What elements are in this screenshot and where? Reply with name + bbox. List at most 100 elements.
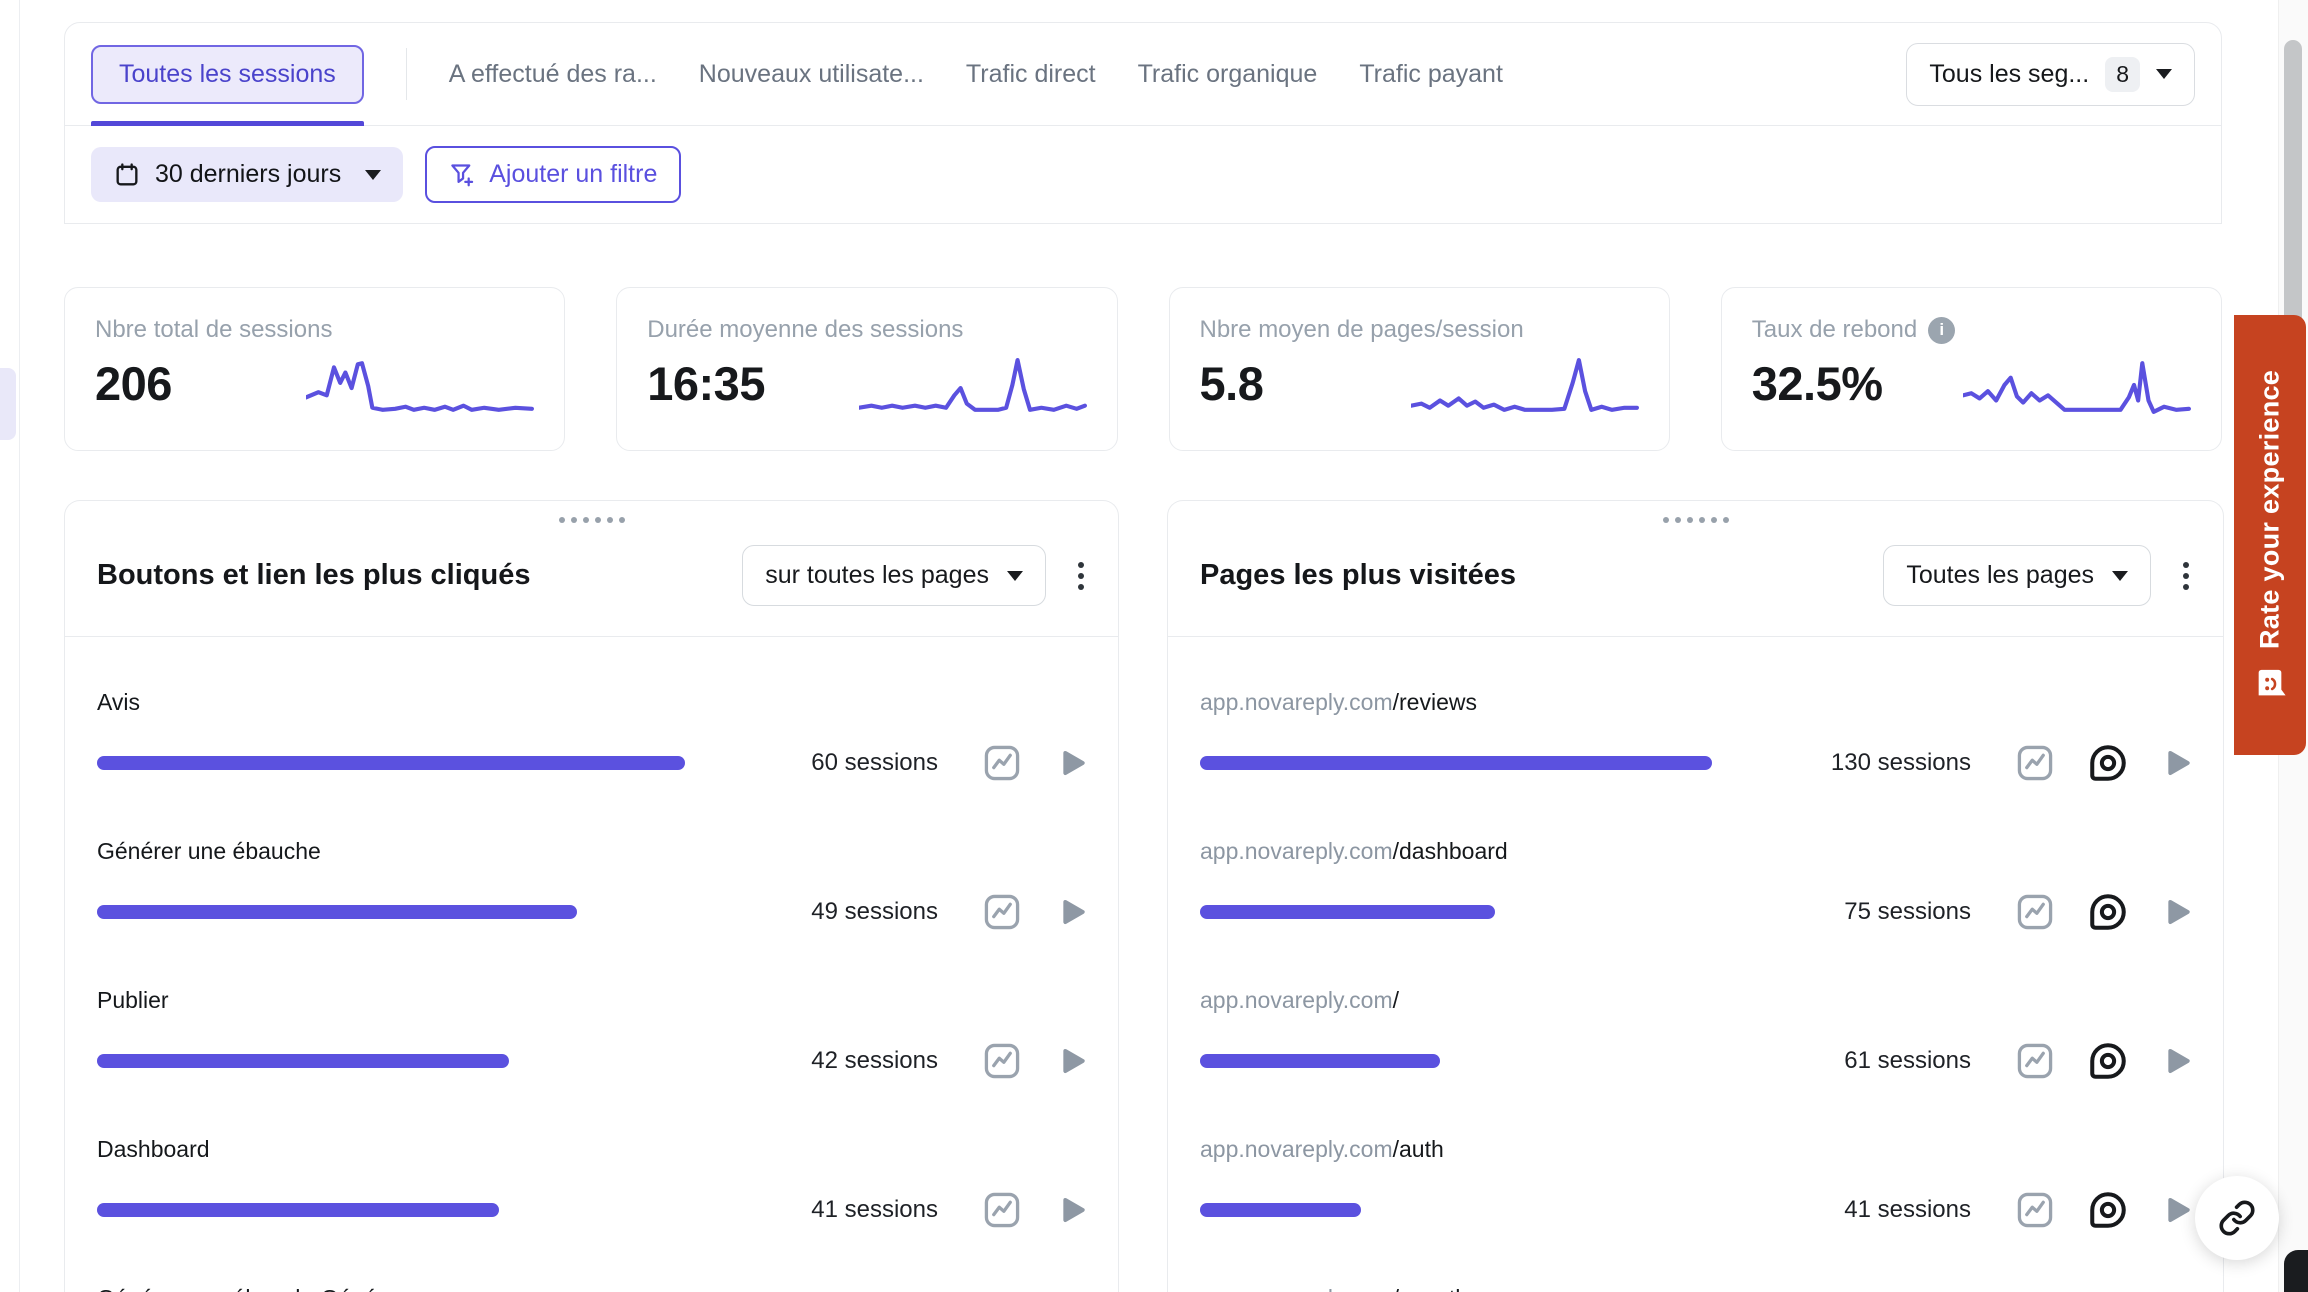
play-icon[interactable] [1056,1045,1088,1077]
page-url: app.novareply.com/ [1200,987,2193,1014]
play-icon[interactable] [1056,747,1088,779]
add-filter-button[interactable]: Ajouter un filtre [425,146,681,203]
item-label: Avis [97,689,1088,716]
segments-count-badge: 8 [2105,57,2140,92]
sidebar-edge [0,0,20,1292]
scope-dropdown-label: sur toutes les pages [765,561,989,590]
info-icon[interactable]: i [1928,317,1955,344]
tab-toutes-les-sessions[interactable]: Toutes les sessions [91,23,364,125]
session-count: 49 sessions [811,898,938,926]
page-targeting-icon[interactable] [2087,1040,2129,1082]
chevron-down-icon [365,170,381,180]
tab-a-effectue[interactable]: A effectué des ra... [449,60,657,89]
session-count: 42 sessions [811,1047,938,1075]
feedback-smiley-icon [2253,667,2287,701]
kebab-menu-icon[interactable] [1074,558,1088,594]
date-range-dropdown[interactable]: 30 derniers jours [91,147,403,202]
panel-top-clicked-buttons: Boutons et lien les plus cliqués sur tou… [64,500,1119,1292]
date-range-label: 30 derniers jours [155,160,341,189]
session-count: 60 sessions [811,749,938,777]
scope-dropdown-label: Toutes les pages [1906,561,2094,590]
trend-chart-icon[interactable] [980,1188,1024,1232]
clicked-buttons-list: Avis 60 sessions Générer une ébauche 49 … [65,637,1118,1292]
filter-bar: 30 derniers jours Ajouter un filtre [65,125,2221,223]
corner-widget[interactable] [2284,1250,2308,1292]
session-bar [97,1203,685,1217]
session-bar [97,905,685,919]
page-targeting-icon[interactable] [2087,1189,2129,1231]
trend-chart-icon[interactable] [980,1039,1024,1083]
page-url: app.novareply.com/reviews [1200,689,2193,716]
play-icon[interactable] [2161,1194,2193,1226]
sparkline-chart [859,350,1087,422]
segments-dropdown[interactable]: Tous les seg... 8 [1906,43,2195,106]
scrollbar-thumb[interactable] [2284,40,2302,330]
list-item: app.novareply.com/dashboard 75 sessions [1200,838,2193,934]
sparkline-chart [1963,350,2191,422]
segment-tabs: Toutes les sessions A effectué des ra...… [65,23,2221,125]
add-filter-label: Ajouter un filtre [489,160,657,189]
visited-pages-list: app.novareply.com/reviews 130 sessions a… [1168,637,2223,1292]
page-url: app.novareply.com/auth [1200,1136,2193,1163]
filter-plus-icon [449,161,476,188]
drag-handle-icon[interactable] [1663,517,1729,523]
list-item: Dashboard 41 sessions [97,1136,1088,1232]
item-label: Générer une ébauche [97,838,1088,865]
segments-dropdown-label: Tous les seg... [1929,60,2089,89]
tab-trafic-payant[interactable]: Trafic payant [1359,60,1503,89]
list-item: app.novareply.com/auth 41 sessions [1200,1136,2193,1232]
trend-chart-icon[interactable] [980,890,1024,934]
panel-title: Pages les plus visitées [1200,559,1883,592]
kpi-card-bounce-rate: Taux de rebond i 32.5% [1721,287,2222,451]
trend-chart-icon[interactable] [2013,890,2057,934]
session-count: 61 sessions [1844,1047,1971,1075]
list-item: Publier 42 sessions [97,987,1088,1083]
sparkline-chart [306,350,534,422]
play-icon[interactable] [1056,896,1088,928]
session-bar [1200,905,1712,919]
drag-handle-icon[interactable] [559,517,625,523]
copy-link-button[interactable] [2195,1176,2279,1260]
session-count: 41 sessions [1844,1196,1971,1224]
sidebar-active-item[interactable] [0,368,16,440]
play-icon[interactable] [2161,1045,2193,1077]
page-targeting-icon[interactable] [2087,891,2129,933]
kpi-card-total-sessions: Nbre total de sessions 206 [64,287,565,451]
session-bar [1200,1054,1712,1068]
trend-chart-icon[interactable] [980,741,1024,785]
page-url: app.novareply.com/growth [1200,1285,2193,1292]
trend-chart-icon[interactable] [2013,1188,2057,1232]
session-bar [97,1054,685,1068]
item-label: Publier [97,987,1088,1014]
play-icon[interactable] [2161,747,2193,779]
play-icon[interactable] [1056,1194,1088,1226]
list-item: Avis 60 sessions [97,689,1088,785]
rate-experience-tab[interactable]: Rate your experience [2234,315,2306,755]
scope-dropdown[interactable]: Toutes les pages [1883,545,2151,606]
tab-trafic-direct[interactable]: Trafic direct [966,60,1096,89]
panel-title: Boutons et lien les plus cliqués [97,559,742,592]
kpi-label: Nbre moyen de pages/session [1200,316,1639,344]
selected-tab-pill[interactable]: Toutes les sessions [91,45,364,104]
tab-trafic-organique[interactable]: Trafic organique [1138,60,1318,89]
panel-top-visited-pages: Pages les plus visitées Toutes les pages… [1167,500,2224,1292]
trend-chart-icon[interactable] [2013,741,2057,785]
kpi-cards: Nbre total de sessions 206 Durée moyenne… [64,287,2222,451]
list-item: app.novareply.com/growth 33 sessions [1200,1285,2193,1292]
tab-separator [406,48,407,100]
kpi-label: Nbre total de sessions [95,316,534,344]
session-count: 130 sessions [1831,749,1971,777]
chevron-down-icon [2156,69,2172,79]
session-bar [1200,756,1712,770]
sparkline-chart [1411,350,1639,422]
trend-chart-icon[interactable] [2013,1039,2057,1083]
scope-dropdown[interactable]: sur toutes les pages [742,545,1046,606]
top-toolbar: Toutes les sessions A effectué des ra...… [64,22,2222,224]
play-icon[interactable] [2161,896,2193,928]
tab-nouveaux-utilisateurs[interactable]: Nouveaux utilisate... [699,60,924,89]
rate-experience-label: Rate your experience [2255,369,2286,648]
page-targeting-icon[interactable] [2087,742,2129,784]
session-bar [1200,1203,1712,1217]
kebab-menu-icon[interactable] [2179,558,2193,594]
list-item: Générer une ébaucheGénérer 29 sessions [97,1285,1088,1292]
